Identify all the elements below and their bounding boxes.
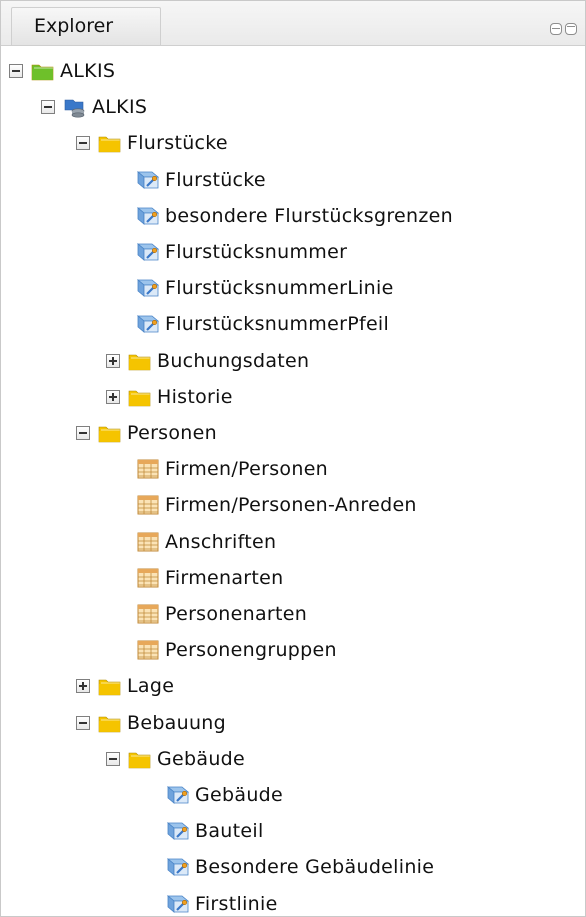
table-icon [136,494,160,516]
tree-item-label: Firmenarten [165,566,284,589]
tree-item-label: Bauteil [195,820,264,843]
tree-item[interactable]: Gebäude [166,779,283,811]
minimize-icon[interactable] [550,23,562,35]
tree-item[interactable]: Firmen/Personen [136,453,328,485]
map-layer-icon [136,241,160,263]
tree-item-label: Flurstücke [165,168,266,191]
tree-item-label: Personen [127,422,217,444]
tree-item[interactable]: Gebäude [106,743,245,775]
table-icon [136,531,160,553]
tree-item-label: Anschriften [165,530,277,553]
map-layer-icon [166,820,190,842]
map-layer-icon [136,277,160,299]
collapse-icon[interactable] [41,100,55,115]
tree-item-label: Flurstücksnummer [165,241,348,263]
tree-item-label: Firmen/Personen [165,458,329,481]
tree-item[interactable]: Bebauung [76,707,226,739]
map-layer-icon [166,856,190,878]
map-layer-icon [166,784,190,806]
tree-item[interactable]: FlurstücksnummerPfeil [136,308,389,340]
tree-item-label: Gebäude [157,747,246,770]
collapse-icon[interactable] [106,751,120,766]
tree-item-label: Bebauung [127,711,227,734]
folder-icon [98,712,122,734]
tree-item-label: besondere Flurstücksgrenzen [165,204,453,227]
tree-item[interactable]: Personengruppen [136,634,337,666]
expand-icon[interactable] [106,389,120,404]
folder-icon [98,675,122,697]
folder-icon [98,422,122,444]
tree-item-label: Personenarten [165,603,308,625]
table-icon [136,603,160,625]
table-icon [136,458,160,480]
table-icon [136,567,160,589]
tree-item[interactable]: Lage [76,670,174,702]
table-icon [136,639,160,661]
tree-item-label: Besondere Gebäudelinie [195,856,435,879]
tree-item[interactable]: Personen [76,417,217,449]
map-layer-icon [136,169,160,191]
collapse-icon[interactable] [76,715,90,730]
tree-item-label: Firmen/Personen-Anreden [165,494,417,517]
tree-item-label: FlurstücksnummerLinie [165,277,394,300]
tree-item[interactable]: Firstlinie [166,888,278,916]
explorer-panel: Explorer ALKIS ALKIS Flurstücke Flurstüc… [0,0,586,917]
tree-item[interactable]: Flurstücke [136,164,266,196]
tree-item-label: FlurstücksnummerPfeil [165,313,390,336]
tree-item-label: ALKIS [92,96,148,119]
collapse-icon[interactable] [76,426,90,440]
tree-item[interactable]: Anschriften [136,526,276,558]
explorer-tab[interactable]: Explorer [11,7,161,45]
tree-item[interactable]: ALKIS [41,91,147,123]
tree-item[interactable]: Firmenarten [136,562,283,594]
green-folder-icon [31,60,55,82]
tree-item[interactable]: Buchungsdaten [106,345,309,377]
tree-item[interactable]: Historie [106,381,233,413]
expand-icon[interactable] [106,353,120,368]
tree-item[interactable]: Flurstücksnummer [136,236,347,268]
tree-item[interactable]: Personenarten [136,598,307,630]
folder-icon [128,748,152,770]
tree-item[interactable]: FlurstücksnummerLinie [136,272,394,304]
tree-item-label: ALKIS [60,60,116,82]
map-layer-icon [136,205,160,227]
tree-item[interactable]: besondere Flurstücksgrenzen [136,200,453,232]
tree-item-label: Lage [127,675,175,698]
tree-item[interactable]: Firmen/Personen-Anreden [136,489,417,521]
tree-item-label: Buchungsdaten [157,349,310,372]
collapse-icon[interactable] [76,136,90,151]
folder-icon [128,350,152,372]
window-controls [550,23,577,37]
collapse-icon[interactable] [9,64,23,78]
tree-item-label: Personengruppen [165,639,337,662]
folder-icon [128,386,152,408]
tree-item[interactable]: Flurstücke [76,127,228,159]
database-icon [63,96,87,118]
explorer-tab-label: Explorer [34,15,114,37]
tree-item[interactable]: ALKIS [9,55,115,87]
explorer-tab-bar: Explorer [1,1,585,46]
tree-item[interactable]: Bauteil [166,815,264,847]
expand-icon[interactable] [76,679,90,694]
tree-item-label: Historie [157,385,233,408]
tree-item[interactable]: Besondere Gebäudelinie [166,851,434,883]
map-layer-icon [136,313,160,335]
maximize-icon[interactable] [565,23,577,35]
tree-item-label: Gebäude [195,784,284,806]
folder-icon [98,132,122,154]
map-layer-icon [166,893,190,915]
tree-item-label: Flurstücke [127,132,228,155]
tree-item-label: Firstlinie [195,892,278,915]
